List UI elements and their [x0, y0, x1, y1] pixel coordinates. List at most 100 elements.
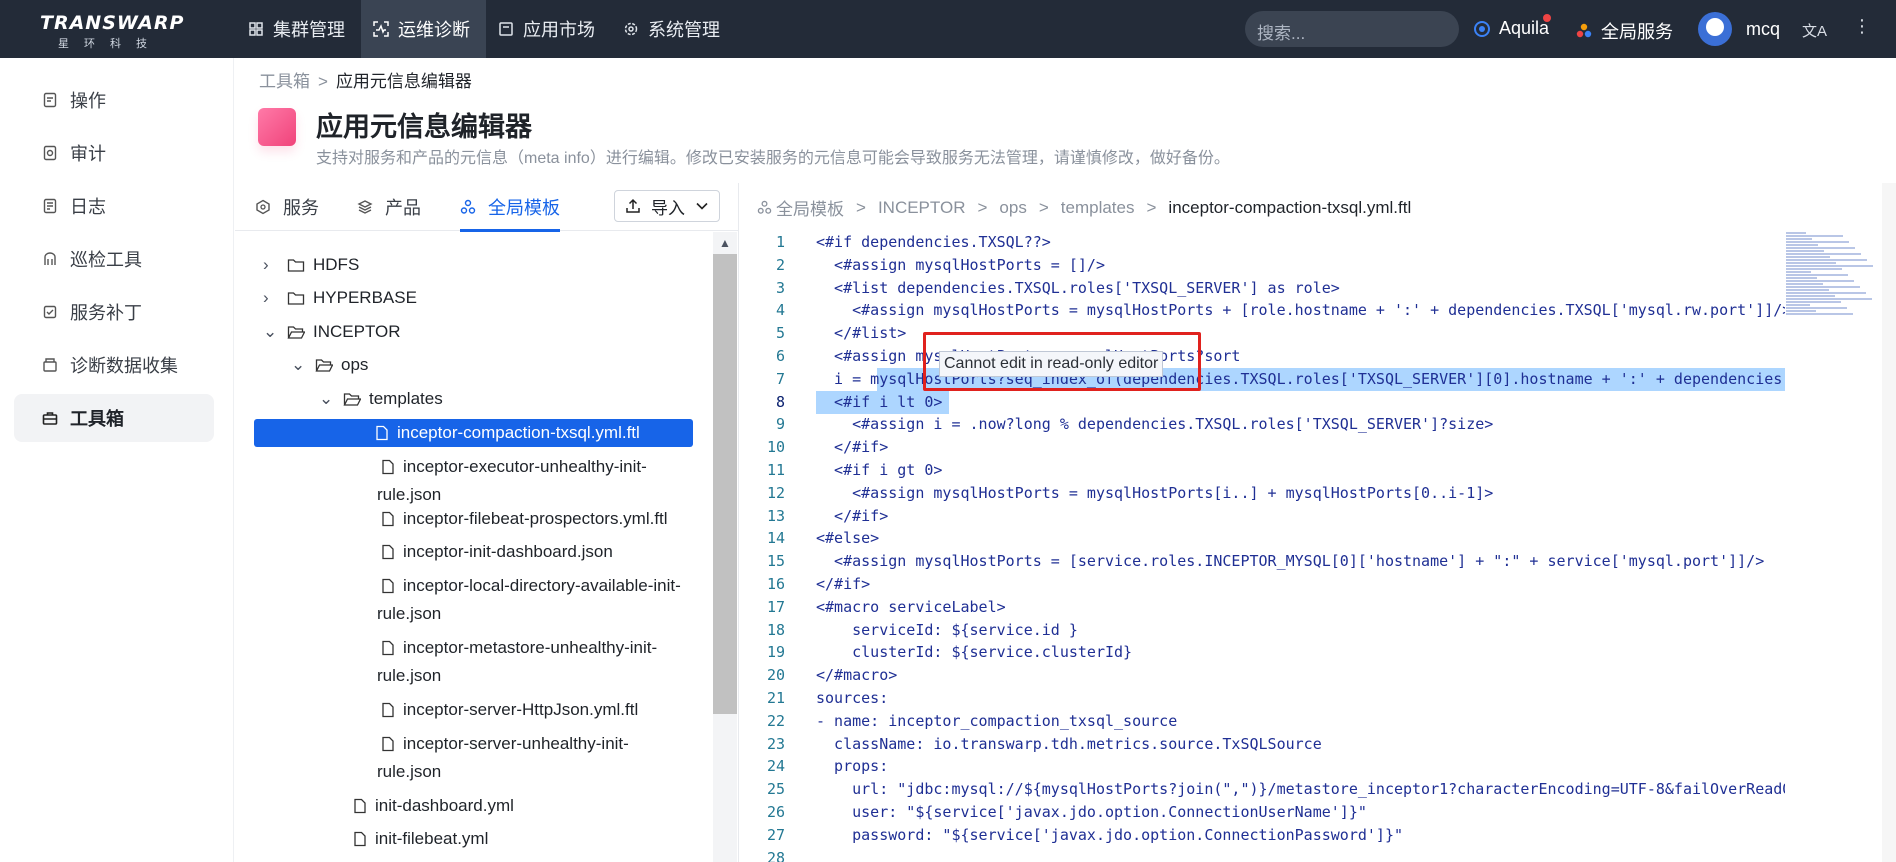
tree-file-selected[interactable]: inceptor-compaction-txsql.yml.ftl: [254, 419, 693, 447]
tree-folder-hdfs[interactable]: › HDFS: [263, 251, 359, 279]
tree-folder-templates[interactable]: ⌄ templates: [319, 385, 443, 413]
tree-node-label: templates: [369, 389, 443, 408]
chevron-down-icon[interactable]: ⌄: [291, 351, 309, 379]
sidebar-item-service-patch[interactable]: 服务补丁: [14, 288, 214, 336]
app-icon: [258, 108, 296, 146]
code-editor[interactable]: 1 <#if dependencies.TXSQL??> 2 <#assign my…: [745, 231, 1785, 862]
global-search-input[interactable]: 搜索...: [1245, 11, 1459, 47]
editor-breadcrumb-item[interactable]: ops: [999, 198, 1026, 218]
breadcrumb-separator: >: [1146, 197, 1157, 217]
tree-file[interactable]: inceptor-filebeat-prospectors.yml.ftl: [375, 505, 668, 533]
editor-breadcrumb-item[interactable]: templates: [1061, 198, 1135, 218]
user-menu[interactable]: mcq: [1698, 12, 1780, 46]
code-text: <#if i gt 0>: [816, 461, 943, 479]
tab-services[interactable]: 服务: [255, 183, 319, 231]
aquila-link[interactable]: Aquila: [1473, 14, 1551, 39]
sidebar-item-operations[interactable]: 操作: [14, 76, 214, 124]
file-icon: [382, 702, 394, 718]
code-text: </#if>: [816, 575, 871, 593]
editor-scrollbar[interactable]: [1882, 183, 1896, 862]
line-number: 20: [766, 666, 785, 685]
sidebar-item-diagnostic-data-collection[interactable]: 诊断数据收集: [14, 341, 214, 389]
diagnosis-icon: [373, 21, 389, 37]
editor-minimap[interactable]: [1786, 231, 1874, 391]
code-line: 10 </#if>: [745, 436, 1785, 459]
editor-breadcrumb-item[interactable]: 全局模板: [776, 195, 844, 220]
import-button[interactable]: 导入: [614, 190, 720, 222]
line-number: 8: [775, 392, 785, 411]
logs-icon: [43, 198, 57, 214]
breadcrumb-separator: >: [1038, 197, 1049, 217]
code-line: 9 <#assign i = .now?long % dependencies.…: [745, 413, 1785, 436]
tree-folder-inceptor[interactable]: ⌄ INCEPTOR: [263, 318, 401, 346]
breadcrumb-separator: >: [856, 197, 866, 217]
minimap-line: [1786, 256, 1830, 258]
chevron-down-icon: [696, 202, 708, 210]
sidebar-item-toolbox[interactable]: 工具箱: [14, 394, 214, 442]
sidebar-item-audit[interactable]: 审计: [14, 129, 214, 177]
tree-file[interactable]: inceptor-metastore-unhealthy-init-rule.j…: [375, 634, 675, 690]
code-line: 26 user: "${service['javax.jdo.option.Co…: [745, 801, 1785, 824]
editor-breadcrumb-item[interactable]: INCEPTOR: [878, 198, 966, 218]
nav-system-management[interactable]: 系统管理: [611, 0, 736, 58]
code-line: 14 <#else>: [745, 527, 1785, 550]
nav-label: 集群管理: [273, 20, 345, 40]
code-text: <#assign i = .now?long % dependencies.TX…: [816, 415, 1494, 434]
line-number: 19: [766, 643, 785, 662]
more-options-icon[interactable]: ⋮: [1853, 16, 1871, 37]
tree-folder-hyperbase[interactable]: › HYPERBASE: [263, 284, 417, 312]
tree-folder-ops[interactable]: ⌄ ops: [291, 351, 368, 379]
file-icon: [354, 798, 366, 814]
code-line: 15 <#assign mysqlHostPorts = [service.ro…: [745, 550, 1785, 573]
line-number: 11: [766, 461, 785, 479]
scrollbar-thumb[interactable]: [713, 254, 737, 714]
tree-file[interactable]: inceptor-server-HttpJson.yml.ftl: [375, 696, 638, 724]
tree-file[interactable]: inceptor-local-directory-available-init-…: [375, 572, 687, 628]
breadcrumb-separator: >: [318, 72, 328, 91]
code-line: 18 serviceId: ${service.id }: [745, 619, 1785, 642]
scroll-up-icon[interactable]: ▲: [719, 236, 731, 250]
chevron-down-icon[interactable]: ⌄: [319, 385, 337, 413]
global-services-link[interactable]: 全局服务: [1575, 18, 1673, 44]
sidebar-item-logs[interactable]: 日志: [14, 182, 214, 230]
code-text: <#assign mysqlHostPorts = []/>: [816, 255, 1105, 274]
layers-icon: [357, 200, 373, 214]
minimap-line: [1786, 280, 1854, 282]
nav-cluster-management[interactable]: 集群管理: [236, 0, 361, 58]
tree-node-label: init-filebeat.yml: [375, 829, 489, 848]
tree-node-label: HDFS: [313, 255, 360, 274]
market-icon: [499, 22, 513, 36]
code-text: user: "${service['javax.jdo.option.Conne…: [816, 803, 1367, 821]
tree-file[interactable]: init-filebeat.yml: [347, 825, 488, 853]
tree-scrollbar[interactable]: ▲: [713, 232, 737, 862]
language-icon[interactable]: 文A: [1802, 20, 1827, 41]
editor-breadcrumb-current: inceptor-compaction-txsql.yml.ftl: [1168, 197, 1412, 217]
sidebar-item-inspection-tools[interactable]: 巡检工具: [14, 235, 214, 283]
tab-global-templates[interactable]: 全局模板: [460, 183, 560, 232]
code-line: 23 className: io.transwarp.tdh.metrics.s…: [745, 733, 1785, 756]
nav-ops-diagnosis[interactable]: 运维诊断: [361, 0, 486, 58]
transwarp-logo[interactable]: TRANSWARP 星环科技: [40, 12, 190, 50]
minimap-line: [1786, 277, 1817, 279]
minimap-line: [1786, 307, 1847, 309]
tree-file[interactable]: init-dashboard.yml: [347, 792, 514, 820]
tab-products[interactable]: 产品: [357, 183, 421, 231]
tree-file[interactable]: inceptor-server-unhealthy-init-rule.json: [375, 730, 655, 786]
code-line: 5 </#list>: [745, 322, 1785, 345]
code-text: </#if>: [816, 506, 889, 525]
minimap-line: [1786, 235, 1843, 237]
line-number: 7: [775, 369, 785, 388]
tree-file[interactable]: inceptor-init-dashboard.json: [375, 538, 613, 566]
cluster-icon: [249, 22, 263, 36]
line-number: 23: [766, 734, 785, 753]
tree-file[interactable]: inceptor-executor-unhealthy-init-rule.js…: [375, 453, 675, 509]
chevron-down-icon[interactable]: ⌄: [263, 318, 281, 346]
file-icon: [354, 831, 366, 847]
code-line: 17 <#macro serviceLabel>: [745, 596, 1785, 619]
breadcrumb-toolbox-link[interactable]: 工具箱: [259, 72, 310, 91]
nav-app-market[interactable]: 应用市场: [486, 0, 611, 58]
chevron-right-icon[interactable]: ›: [263, 284, 281, 312]
chevron-right-icon[interactable]: ›: [263, 251, 281, 279]
code-line: 11 <#if i gt 0>: [745, 459, 1785, 482]
minimap-line: [1786, 283, 1823, 285]
